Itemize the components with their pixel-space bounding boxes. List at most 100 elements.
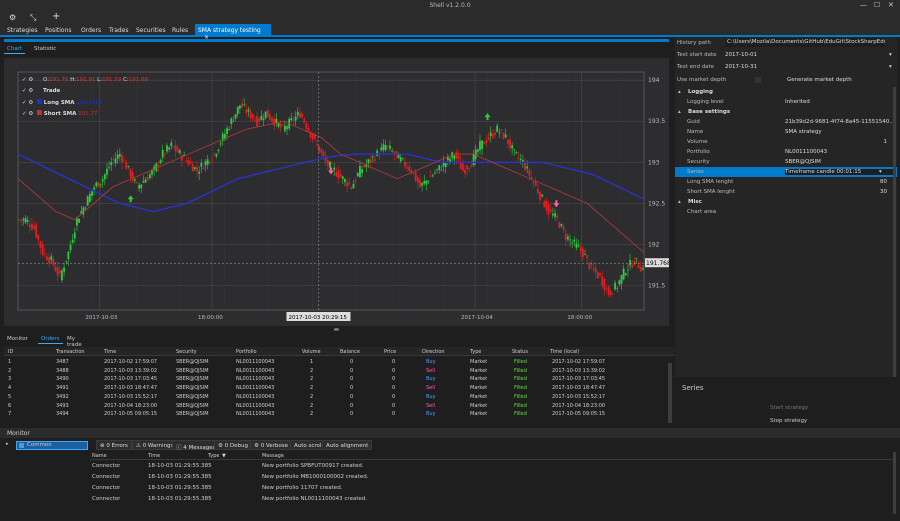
price-chart[interactable]: 194 193.5 193 192.5 192 191.5 2017-10-03 18:00:… bbox=[4, 58, 675, 326]
check-icon[interactable]: ✓ bbox=[22, 88, 27, 94]
check-icon[interactable]: ✓ bbox=[22, 77, 27, 83]
minimize-icon[interactable]: — bbox=[860, 1, 867, 9]
history-path-input[interactable]: C:\Users\Mozila\Documents\GitHub\EduGit\… bbox=[725, 38, 885, 47]
tab-monitor[interactable]: Monitor bbox=[4, 335, 31, 343]
col-id[interactable]: ID bbox=[8, 349, 13, 355]
property-row[interactable]: Series Timeframe candle 00:01:15 ▾ bbox=[675, 167, 897, 177]
log-row[interactable]: Connector 18-10-03 01:29:55.385 New portfo… bbox=[90, 495, 895, 505]
property-row[interactable]: Chart area bbox=[675, 207, 897, 217]
gear-icon[interactable]: ⚙ bbox=[28, 88, 33, 94]
table-row[interactable]: 4 3491 2017-10-03 18:47:47 SBER@QJSIM NL0011… bbox=[4, 384, 668, 392]
table-row[interactable]: 5 3492 2017-10-03 15:52:17 SBER@QJSIM NL0011… bbox=[4, 393, 668, 401]
col-time[interactable]: Time bbox=[104, 349, 116, 355]
col-balance[interactable]: Balance bbox=[340, 349, 360, 355]
verbose-filter[interactable]: ⚙ 0 Verbose bbox=[250, 440, 293, 450]
start-strategy-button[interactable]: Start strategy bbox=[770, 405, 808, 411]
log-col-type[interactable]: Type bbox=[208, 453, 219, 459]
orders-scrollbar[interactable] bbox=[668, 363, 672, 423]
generate-market-depth-checkbox[interactable]: Generate market depth bbox=[787, 77, 897, 83]
sort-icon[interactable]: ▼ bbox=[222, 453, 226, 459]
chevron-down-icon[interactable]: ▾ bbox=[879, 169, 882, 175]
stop-strategy-button[interactable]: Stop strategy bbox=[770, 418, 807, 424]
candle-body bbox=[354, 179, 357, 182]
table-row[interactable]: 3 3490 2017-10-03 17:03:45 SBER@QJSIM NL0011… bbox=[4, 375, 668, 383]
property-row[interactable]: Short SMA lenght 30 bbox=[675, 187, 897, 197]
expand-arrow-icon[interactable]: ▸ bbox=[6, 441, 9, 447]
tab-securities[interactable]: Securities bbox=[133, 26, 169, 35]
log-scrollbar[interactable] bbox=[893, 452, 896, 514]
table-row[interactable]: 7 3494 2017-10-05 09:05:15 SBER@QJSIM NL0011… bbox=[4, 410, 668, 418]
property-row[interactable]: Portfolio NL0011100043 bbox=[675, 147, 897, 157]
candle-body bbox=[579, 247, 582, 251]
props-scrollbar[interactable] bbox=[893, 87, 896, 377]
tab-rules[interactable]: Rules bbox=[169, 26, 191, 35]
col-time-local[interactable]: Time (local) bbox=[550, 349, 579, 355]
gear-icon[interactable]: ⚙ bbox=[28, 100, 33, 106]
plus-icon[interactable]: + bbox=[52, 11, 60, 22]
debug-filter[interactable]: ⚙ 0 Debug bbox=[214, 440, 253, 450]
end-date-row: Test end date 2017-10-31 ▾ bbox=[677, 64, 892, 70]
gear-icon[interactable]: ⚙ bbox=[28, 77, 33, 83]
warnings-filter[interactable]: ⚠ 0 Warnings bbox=[132, 440, 178, 450]
tree-item-common[interactable]: Common bbox=[16, 441, 88, 450]
property-row[interactable]: Name SMA strategy bbox=[675, 127, 897, 137]
property-row[interactable]: Logging level Inherited bbox=[675, 97, 897, 107]
shrink-icon[interactable]: ⤡ bbox=[30, 13, 36, 23]
property-category[interactable]: ▴ Logging bbox=[675, 87, 897, 97]
col-volume[interactable]: Volume bbox=[302, 349, 321, 355]
check-icon[interactable]: ✓ bbox=[22, 100, 27, 106]
subtab-chart[interactable]: Chart bbox=[4, 45, 26, 54]
property-category[interactable]: ▴ Misc bbox=[675, 197, 897, 207]
table-row[interactable]: 2 3488 2017-10-03 13:39:02 SBER@QJSIM NL0011… bbox=[4, 367, 668, 375]
log-col-name[interactable]: Name bbox=[92, 453, 107, 459]
property-row[interactable]: Security SBER@QJSIM bbox=[675, 157, 897, 167]
gear-icon[interactable]: ⚙ bbox=[9, 13, 16, 22]
col-price[interactable]: Price bbox=[384, 349, 396, 355]
auto-alignment-toggle[interactable]: Auto alignment bbox=[322, 440, 373, 450]
col-status[interactable]: Status bbox=[512, 349, 528, 355]
gear-icon[interactable]: ⚙ bbox=[28, 111, 33, 117]
candle-body bbox=[157, 164, 160, 166]
col-direction[interactable]: Direction bbox=[422, 349, 445, 355]
col-security[interactable]: Security bbox=[176, 349, 197, 355]
check-icon[interactable]: ✓ bbox=[22, 111, 27, 117]
collapse-arrow-icon[interactable]: ▴ bbox=[678, 199, 681, 205]
subtab-statistic[interactable]: Statistic bbox=[31, 45, 59, 53]
collapse-arrow-icon[interactable]: ▴ bbox=[678, 89, 681, 95]
log-col-message[interactable]: Message bbox=[262, 453, 284, 459]
close-icon[interactable]: ✕ bbox=[888, 1, 894, 9]
table-row[interactable]: 1 3487 2017-10-02 17:59:07 SBER@QJSIM NL0011… bbox=[4, 358, 668, 366]
tab-strategies[interactable]: Strategies bbox=[4, 26, 41, 35]
property-row[interactable]: Volume 1 bbox=[675, 137, 897, 147]
col-portfolio[interactable]: Portfolio bbox=[236, 349, 257, 355]
maximize-icon[interactable]: ☐ bbox=[874, 1, 880, 9]
col-type[interactable]: Type bbox=[470, 349, 481, 355]
col-transaction[interactable]: Transaction bbox=[56, 349, 85, 355]
errors-filter[interactable]: ⊗ 0 Errors bbox=[96, 440, 132, 450]
splitter-handle[interactable]: ▬ bbox=[4, 327, 669, 333]
checkbox[interactable] bbox=[755, 77, 761, 83]
end-date-input[interactable]: 2017-10-31 bbox=[725, 64, 885, 70]
log-row[interactable]: Connector 18-10-03 01:29:55.385 New portfo… bbox=[90, 484, 895, 494]
log-row[interactable]: Connector 18-10-03 01:29:55.385 New portfo… bbox=[90, 473, 895, 483]
table-cell: Buy bbox=[426, 411, 436, 418]
log-row[interactable]: Connector 18-10-03 01:29:55.385 New portfo… bbox=[90, 462, 895, 472]
tab-orders[interactable]: Orders bbox=[78, 26, 104, 35]
tab-trades[interactable]: Trades bbox=[106, 26, 132, 35]
property-row[interactable]: Long SMA lenght 80 bbox=[675, 177, 897, 187]
use-market-depth-checkbox[interactable]: Use market depth bbox=[677, 77, 726, 83]
tab-positions[interactable]: Positions bbox=[42, 26, 75, 35]
candle-body bbox=[303, 118, 306, 123]
messages-filter[interactable]: ⓘ 4 Messages bbox=[172, 440, 220, 451]
table-row[interactable]: 6 3493 2017-10-04 18:23:00 SBER@QJSIM NL0011… bbox=[4, 402, 668, 410]
chart-panel[interactable]: 194 193.5 193 192.5 192 191.5 2017-10-03 18:00:… bbox=[4, 58, 675, 326]
tab-orders-grid[interactable]: Orders bbox=[38, 335, 63, 344]
chevron-down-icon[interactable]: ▾ bbox=[889, 52, 892, 58]
property-row[interactable]: Guid 21b39d2d-9681-4f74-8a45-11551540... bbox=[675, 117, 897, 127]
log-col-time[interactable]: Time bbox=[148, 453, 160, 459]
start-date-input[interactable]: 2017-10-01 bbox=[725, 52, 885, 58]
property-category[interactable]: ▴ Base settings bbox=[675, 107, 897, 117]
collapse-arrow-icon[interactable]: ▴ bbox=[678, 109, 681, 115]
tab-sma-strategy-testing[interactable]: SMA strategy testing × bbox=[195, 24, 271, 41]
chevron-down-icon[interactable]: ▾ bbox=[889, 64, 892, 70]
